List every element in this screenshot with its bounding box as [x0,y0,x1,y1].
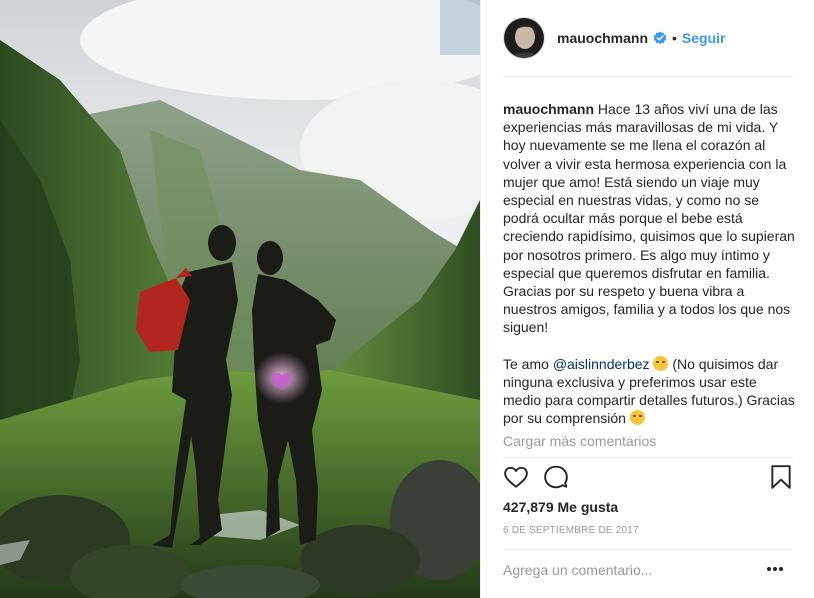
post-date[interactable]: 6 DE SEPTIEMBRE DE 2017 [503,525,639,536]
kiss-emoji-icon [653,355,669,371]
caption-paragraph-2: Te amo @aislinnderbez (No quisimos dar n… [503,355,795,428]
follow-button[interactable]: Seguir [682,30,726,46]
heart-icon[interactable] [503,464,529,490]
comment-divider [503,549,793,550]
couple-in-valley-image [0,0,480,598]
post-photo[interactable] [0,0,480,598]
likes-count[interactable]: 427,879 Me gusta [503,499,618,515]
post-sidebar: mauochmann • Seguir mauochmann Hace 13 a… [480,0,814,598]
actions-divider [503,457,793,458]
caption-text-prefix: Te amo [503,355,549,372]
caption-username[interactable]: mauochmann [503,101,594,117]
post-caption: mauochmann Hace 13 años viví una de las … [503,100,795,445]
comment-input[interactable]: Agrega un comentario... [503,562,652,578]
bookmark-icon[interactable] [769,464,793,490]
verified-badge-icon [653,31,667,45]
load-more-comments-button[interactable]: Cargar más comentarios [503,433,656,449]
comment-bubble-icon[interactable] [543,464,569,490]
caption-text: Hace 13 años viví una de las experiencia… [503,101,795,336]
mention-link[interactable]: @aislinnderbez [553,356,650,372]
separator-dot: • [672,30,677,46]
post-username[interactable]: mauochmann [557,30,648,46]
more-options-icon[interactable] [766,566,784,572]
wink-emoji-icon [629,410,645,426]
caption-paragraph-1: mauochmann Hace 13 años viví una de las … [503,100,795,337]
avatar[interactable] [503,17,545,59]
avatar-image [504,18,544,58]
action-bar [503,464,795,492]
post-header: mauochmann • Seguir [503,15,791,61]
header-divider [503,76,793,77]
